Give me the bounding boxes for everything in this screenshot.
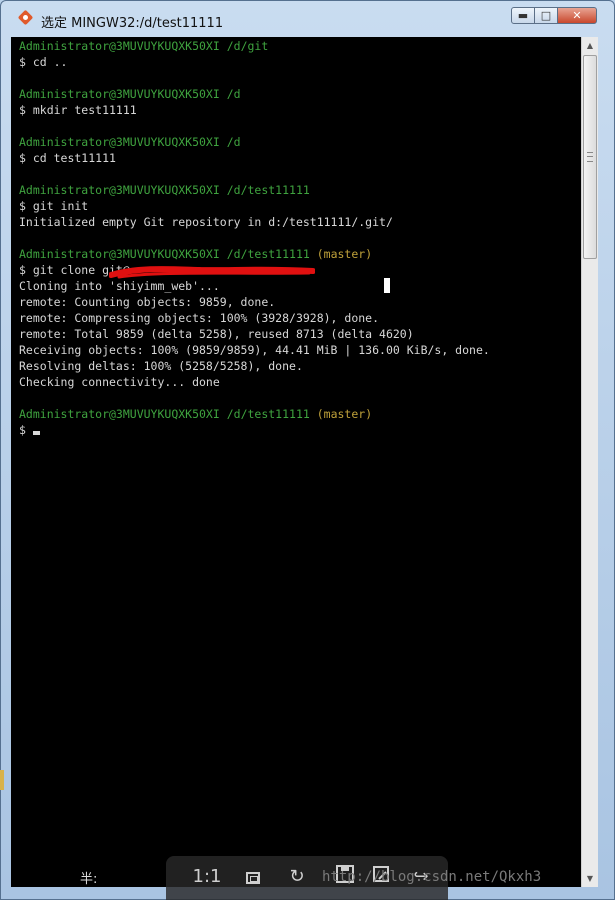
window-title: 选定 MINGW32:/d/test11111 [41,16,224,31]
terminal-line: $ cd test11111 [19,150,490,166]
actual-size-button[interactable]: 1:1 [192,864,222,890]
terminal-output[interactable]: Administrator@3MUVUYKUQXK50XI /d/git $ cd… [11,37,581,887]
prompt-user-host: Administrator@3MUVUYKUQXK50XI [19,183,220,197]
terminal-line: Resolving deltas: 100% (5258/5258), done… [19,358,490,374]
output-text: Initialized empty Git repository in d:/t… [19,215,393,229]
prompt-path: /d/test11111 [219,183,310,197]
prompt-path: /d/test11111 [219,407,310,421]
terminal-line: Administrator@3MUVUYKUQXK50XI /d/test111… [19,406,490,422]
close-button[interactable]: ✕ [557,7,597,24]
terminal-line: remote: Counting objects: 9859, done. [19,294,490,310]
prompt-user-host: Administrator@3MUVUYKUQXK50XI [19,407,220,421]
terminal-line: Checking connectivity... done [19,374,490,390]
terminal-window: 选定 MINGW32:/d/test11111 ▬ □ ✕ Administra… [0,0,615,900]
terminal-line: Administrator@3MUVUYKUQXK50XI /d/test111… [19,246,490,262]
terminal-line: $ cd .. [19,54,490,70]
output-text: $ cd test11111 [19,151,116,165]
terminal-lines: Administrator@3MUVUYKUQXK50XI /d/git $ cd… [19,38,490,438]
scroll-grip-icon [587,152,593,162]
output-text: remote: Counting objects: 9859, done. [19,295,276,309]
ime-indicator: 半: [80,872,98,887]
vertical-scrollbar[interactable]: ▲ ▼ [581,37,598,887]
rotate-button[interactable]: ↻ [282,864,312,890]
terminal-line: Cloning into 'shiyimm_web'... [19,278,490,294]
output-text: Receiving objects: 100% (9859/9859), 44.… [19,343,490,357]
output-text: Cloning into 'shiyimm_web'... [19,279,220,293]
output-text: Resolving deltas: 100% (5258/5258), done… [19,359,303,373]
terminal-line: Administrator@3MUVUYKUQXK50XI /d [19,86,490,102]
terminal-line: Administrator@3MUVUYKUQXK50XI /d/git [19,38,490,54]
fit-window-button[interactable] [238,864,268,890]
redaction-scribble [109,266,315,279]
terminal-line: remote: Compressing objects: 100% (3928/… [19,310,490,326]
input-cursor [32,431,40,435]
prompt-branch: (master) [309,247,373,261]
window-controls: ▬ □ ✕ [511,7,597,24]
prompt-branch: (master) [309,407,373,421]
actual-size-label: 1:1 [192,866,222,887]
terminal-line: $ mkdir test11111 [19,102,490,118]
rotate-icon: ↻ [289,866,305,887]
prompt-user-host: Administrator@3MUVUYKUQXK50XI [19,135,220,149]
output-text: remote: Total 9859 (delta 5258), reused … [19,327,414,341]
prompt-path: /d/git [219,39,269,53]
prompt-user-host: Administrator@3MUVUYKUQXK50XI [19,247,220,261]
terminal-line: Administrator@3MUVUYKUQXK50XI /d [19,134,490,150]
terminal-line: remote: Total 9859 (delta 5258), reused … [19,326,490,342]
scroll-down-arrow-icon[interactable]: ▼ [582,870,598,887]
terminal-line: Receiving objects: 100% (9859/9859), 44.… [19,342,490,358]
prompt-user-host: Administrator@3MUVUYKUQXK50XI [19,87,220,101]
output-text: $ mkdir test11111 [19,103,137,117]
fit-window-icon [246,872,260,884]
watermark: http://blog.csdn.net/Qkxh3 [322,869,542,885]
terminal-line: Initialized empty Git repository in d:/t… [19,214,490,230]
output-text: $ cd .. [19,55,68,69]
git-app-icon[interactable] [17,9,34,26]
title-bar[interactable]: 选定 MINGW32:/d/test11111 ▬ □ ✕ [1,1,614,37]
scroll-up-arrow-icon[interactable]: ▲ [582,37,598,54]
command-input[interactable]: $ [19,423,33,437]
prompt-user-host: Administrator@3MUVUYKUQXK50XI [19,39,220,53]
terminal-line: Administrator@3MUVUYKUQXK50XI /d/test111… [19,182,490,198]
prompt-path: /d/test11111 [219,247,310,261]
desktop-edge-mark [0,770,4,790]
scroll-thumb[interactable] [583,55,597,259]
maximize-button[interactable]: □ [534,7,558,24]
terminal-line: $ [19,422,490,438]
text-cursor [384,278,390,293]
output-text: remote: Compressing objects: 100% (3928/… [19,311,380,325]
prompt-path: /d [219,87,241,101]
output-text: Checking connectivity... done [19,375,220,389]
terminal-line: $ git init [19,198,490,214]
prompt-path: /d [219,135,241,149]
output-text: $ git init [19,199,89,213]
minimize-button[interactable]: ▬ [511,7,535,24]
